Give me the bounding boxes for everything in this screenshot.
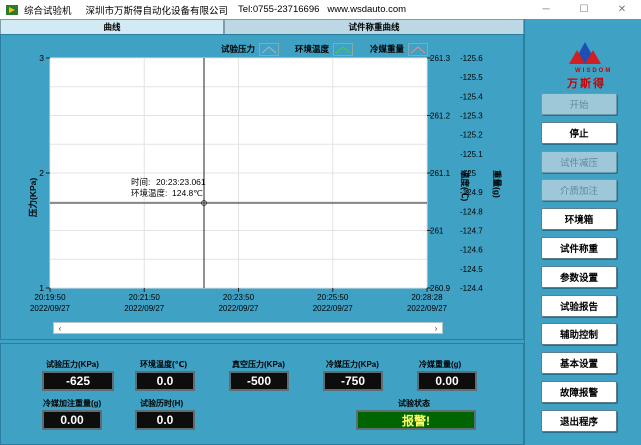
refrigerant-pressure-label: 冷媒压力(KPa)	[326, 360, 379, 369]
y-axis-tick-label: -125.2	[460, 131, 483, 140]
app-title: 综合试验机	[24, 5, 72, 17]
auxiliary-control-button[interactable]: 辅助控制	[541, 323, 617, 345]
cursor-time-value: 20:23:23.061	[156, 177, 206, 187]
y-axis-temperature-title: 温度(℃)	[460, 170, 470, 201]
y-axis-tick-label: 3	[39, 53, 44, 63]
x-axis-tick-time: 20:19:50	[34, 293, 66, 302]
medium-fill-button[interactable]: 介质加注	[541, 179, 617, 201]
minimize-button[interactable]: ─	[527, 0, 565, 19]
test-status-label: 试验状态	[398, 399, 430, 408]
test-duration-value: 0.0	[135, 410, 195, 430]
test-status-value: 报警!	[356, 410, 476, 430]
window-controls: ─ ☐ ✕	[527, 0, 641, 19]
y-axis-tick-label: -125.4	[460, 92, 483, 101]
refrigerant-fill-weight-label: 冷媒加注重量(g)	[43, 399, 102, 408]
tab-bar: 曲线 试件称重曲线	[0, 19, 524, 34]
x-axis-tick-time: 20:23:50	[223, 293, 255, 302]
y-axis-tick-label: -125.5	[460, 73, 483, 82]
y-axis-tick-label: 261.3	[430, 54, 451, 63]
chart-scrollbar[interactable]: ‹ ›	[53, 322, 443, 334]
x-axis-tick-time: 20:21:50	[129, 293, 161, 302]
app-icon	[6, 4, 18, 15]
x-axis-tick-time: 20:28:28	[411, 293, 443, 302]
specimen-weighing-button[interactable]: 试件称重	[541, 237, 617, 259]
tab-curve[interactable]: 曲线	[0, 19, 224, 34]
y-axis-tick-label: 261.1	[430, 169, 451, 178]
title-bar: 综合试验机 深圳市万斯得自动化设备有限公司 Tel:0755-23716696 …	[0, 0, 641, 19]
trend-chart[interactable]: 时间: 20:23:23.061 环境温度: 124.8℃ 321 261.32…	[0, 52, 524, 320]
y-axis-tick-label: -124.7	[460, 227, 483, 236]
cursor-time-label: 时间:	[131, 177, 150, 187]
test-duration-label: 试验历时(H)	[140, 399, 184, 408]
y-axis-tick-label: -124.4	[460, 284, 483, 293]
y-axis-tick-label: -124.5	[460, 265, 483, 274]
stop-button[interactable]: 停止	[541, 122, 617, 144]
x-axis-time: 20:19:50 2022/09/27 20:21:50 2022/09/27 20:2…	[30, 288, 448, 313]
y-axis-pressure-title: 压力(KPa)	[28, 178, 38, 217]
specimen-depressurize-button[interactable]: 试件减压	[541, 151, 617, 173]
vacuum-pressure-label: 真空压力(KPa)	[232, 360, 285, 369]
ambient-temp-value: 0.0	[135, 371, 195, 391]
refrigerant-weight-label: 冷媒重量(g)	[419, 360, 462, 369]
scroll-right-icon[interactable]: ›	[430, 323, 442, 333]
fault-alarm-button[interactable]: 故障报警	[541, 381, 617, 403]
test-report-button[interactable]: 试验报告	[541, 295, 617, 317]
refrigerant-weight-value: 0.00	[417, 371, 477, 391]
basic-settings-button[interactable]: 基本设置	[541, 352, 617, 374]
x-axis-tick-time: 20:25:50	[317, 293, 349, 302]
test-pressure-value: -625	[42, 371, 114, 391]
x-axis-tick-date: 2022/09/27	[124, 304, 165, 313]
y-axis-tick-label: 261	[430, 227, 444, 236]
logo-cn-text: 万斯得	[567, 78, 606, 90]
refrigerant-pressure-value: -750	[323, 371, 383, 391]
refrigerant-fill-weight-value: 0.00	[42, 410, 102, 430]
company-tel: Tel:0755-23716696	[238, 4, 320, 15]
test-pressure-label: 试验压力(KPa)	[46, 360, 99, 369]
y-axis-tick-label: 2	[39, 168, 44, 178]
ambient-temp-label: 环境温度(℃)	[140, 360, 188, 369]
y-axis-tick-label: 1	[39, 283, 44, 293]
y-axis-tick-label: -125.6	[460, 54, 483, 63]
x-axis-tick-date: 2022/09/27	[407, 304, 448, 313]
cursor-temp-label: 环境温度:	[131, 188, 167, 198]
x-axis-tick-date: 2022/09/27	[218, 304, 259, 313]
y-axis-pressure: 3 2 1	[39, 53, 50, 293]
parameter-settings-button[interactable]: 参数设置	[541, 266, 617, 288]
maximize-button[interactable]: ☐	[565, 0, 603, 19]
scroll-thumb[interactable]	[66, 324, 432, 332]
x-axis-tick-date: 2022/09/27	[313, 304, 354, 313]
y-axis-tick-label: -124.8	[460, 207, 483, 216]
scroll-left-icon[interactable]: ‹	[54, 323, 66, 333]
logo-latin-text: WISDOM	[575, 68, 613, 74]
exit-program-button[interactable]: 退出程序	[541, 410, 617, 432]
y-axis-weight-title: 重量(g)	[492, 170, 502, 198]
environment-chamber-button[interactable]: 环境箱	[541, 208, 617, 230]
y-axis-temperature: 261.3 261.2 261.1 261 260.9	[427, 54, 451, 293]
cursor-temp-value: 124.8℃	[172, 188, 203, 198]
company-website: www.wsdauto.com	[327, 4, 407, 15]
y-axis-tick-label: -124.6	[460, 246, 483, 255]
close-button[interactable]: ✕	[603, 0, 641, 19]
y-axis-tick-label: 261.2	[430, 112, 451, 121]
tab-weighing-curve[interactable]: 试件称重曲线	[224, 19, 524, 34]
vacuum-pressure-value: -500	[229, 371, 289, 391]
y-axis-tick-label: -125.1	[460, 150, 483, 159]
y-axis-tick-label: -125.3	[460, 112, 483, 121]
y-axis-tick-label: 260.9	[430, 284, 451, 293]
x-axis-tick-date: 2022/09/27	[30, 304, 71, 313]
company-name: 深圳市万斯得自动化设备有限公司	[85, 5, 229, 17]
start-button[interactable]: 开始	[541, 93, 617, 115]
